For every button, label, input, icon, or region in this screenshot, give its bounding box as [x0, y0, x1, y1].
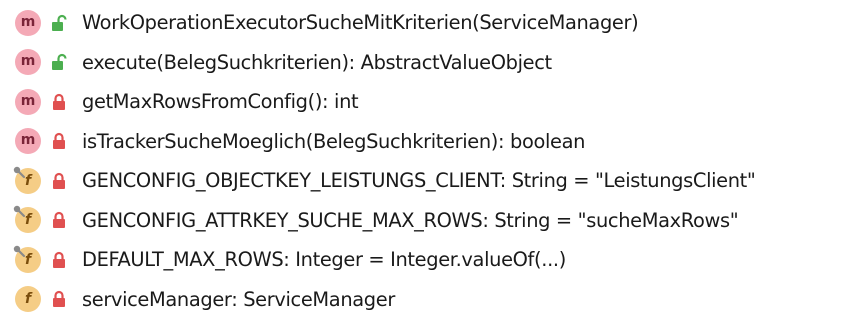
member-signature: GENCONFIG_OBJECTKEY_LEISTUNGS_CLIENT: St… — [82, 169, 756, 193]
member-row-execute[interactable]: m execute(BelegSuchkriterien): AbstractV… — [0, 43, 856, 83]
field-icon: f — [13, 206, 41, 234]
method-icon: m — [15, 49, 41, 76]
member-row-genconfig-attrkey[interactable]: f GENCONFIG_ATTRKEY_SUCHE_MAX_ROWS: Stri… — [0, 201, 856, 241]
member-signature: isTrackerSucheMoeglich(BelegSuchkriterie… — [82, 129, 586, 153]
static-pin-icon — [13, 245, 26, 257]
method-icon: m — [15, 88, 41, 115]
private-lock-icon — [50, 250, 68, 270]
method-icon: m — [15, 9, 41, 36]
member-signature: DEFAULT_MAX_ROWS: Integer = Integer.valu… — [82, 248, 566, 272]
member-signature: WorkOperationExecutorSucheMitKriterien(S… — [82, 11, 639, 35]
member-row-genconfig-objectkey[interactable]: f GENCONFIG_OBJECTKEY_LEISTUNGS_CLIENT: … — [0, 161, 856, 201]
member-signature: serviceManager: ServiceManager — [82, 287, 395, 311]
member-signature: execute(BelegSuchkriterien): AbstractVal… — [82, 50, 552, 74]
member-signature: getMaxRowsFromConfig(): int — [82, 90, 359, 114]
member-row-default-max-rows[interactable]: f DEFAULT_MAX_ROWS: Integer = Integer.va… — [0, 240, 856, 280]
private-lock-icon — [50, 92, 68, 112]
structure-member-list: m WorkOperationExecutorSucheMitKriterien… — [0, 0, 856, 319]
method-icon: m — [15, 128, 41, 155]
private-lock-icon — [50, 210, 68, 230]
field-icon: f — [13, 245, 41, 273]
private-lock-icon — [50, 289, 68, 309]
static-pin-icon — [13, 206, 26, 218]
private-lock-icon — [50, 131, 68, 151]
field-icon: f — [15, 286, 41, 313]
member-row-constructor[interactable]: m WorkOperationExecutorSucheMitKriterien… — [0, 3, 856, 43]
member-row-is-tracker[interactable]: m isTrackerSucheMoeglich(BelegSuchkriter… — [0, 122, 856, 162]
field-icon: f — [13, 166, 41, 194]
public-unlocked-icon — [50, 52, 68, 72]
public-unlocked-icon — [50, 13, 68, 33]
member-row-get-max-rows[interactable]: m getMaxRowsFromConfig(): int — [0, 82, 856, 122]
private-lock-icon — [50, 171, 68, 191]
static-pin-icon — [13, 166, 26, 178]
member-row-service-manager[interactable]: f serviceManager: ServiceManager — [0, 280, 856, 319]
member-signature: GENCONFIG_ATTRKEY_SUCHE_MAX_ROWS: String… — [82, 208, 739, 232]
